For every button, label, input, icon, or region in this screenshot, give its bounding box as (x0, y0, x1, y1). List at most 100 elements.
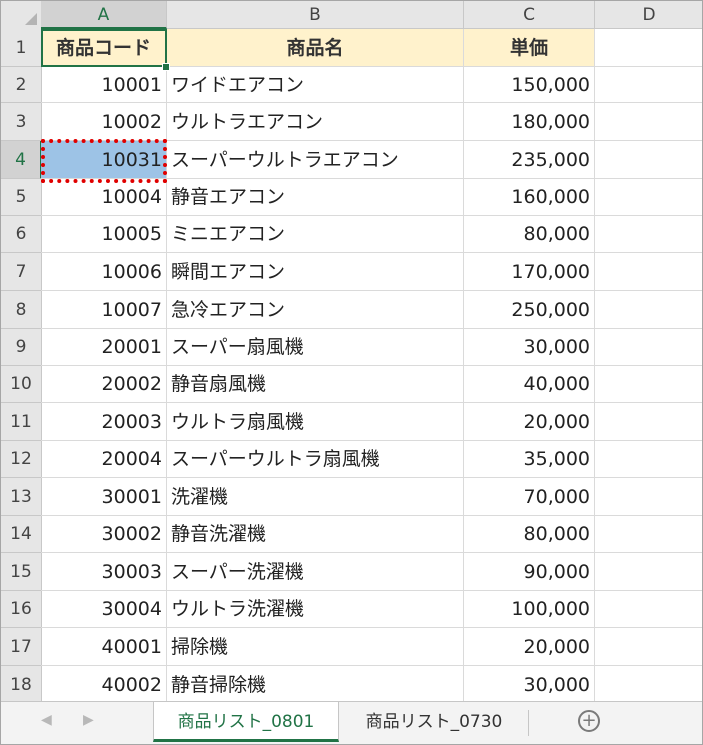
product-code-cell[interactable]: 30003 (41, 553, 167, 591)
unit-price-cell[interactable]: 20,000 (464, 628, 595, 666)
product-code-cell[interactable]: 10005 (41, 216, 167, 253)
product-code-cell[interactable]: 10031 (41, 141, 167, 179)
row-header[interactable]: 7 (1, 253, 42, 291)
product-name-cell[interactable]: スーパー扇風機 (167, 329, 464, 366)
sheet-tab-0801[interactable]: 商品リスト_0801 (153, 702, 339, 742)
product-name-cell[interactable]: 静音エアコン (167, 179, 464, 216)
fill-handle[interactable] (162, 63, 170, 71)
row-header[interactable]: 6 (1, 216, 42, 253)
product-code-cell[interactable]: 10001 (41, 67, 167, 103)
product-name-cell[interactable]: ワイドエアコン (167, 67, 464, 103)
product-name-cell[interactable]: ウルトラエアコン (167, 103, 464, 141)
product-name-cell[interactable]: 静音洗濯機 (167, 516, 464, 553)
row-header[interactable]: 3 (1, 103, 42, 141)
empty-cell[interactable] (595, 666, 702, 704)
header-cell-a[interactable]: 商品コード (41, 29, 167, 67)
product-code-cell[interactable]: 10007 (41, 291, 167, 329)
empty-cell[interactable] (595, 628, 702, 666)
scroll-right-icon[interactable]: ▶ (83, 712, 94, 728)
unit-price-cell[interactable]: 150,000 (464, 67, 595, 103)
empty-cell[interactable] (595, 216, 702, 253)
product-name-cell[interactable]: 掃除機 (167, 628, 464, 666)
product-name-cell[interactable]: スーパー洗濯機 (167, 553, 464, 591)
unit-price-cell[interactable]: 170,000 (464, 253, 595, 291)
unit-price-cell[interactable]: 235,000 (464, 141, 595, 179)
row-header[interactable]: 12 (1, 441, 42, 478)
row-header[interactable]: 16 (1, 591, 42, 628)
unit-price-cell[interactable]: 100,000 (464, 591, 595, 628)
row-header[interactable]: 4 (1, 141, 42, 179)
empty-cell[interactable] (595, 29, 702, 67)
empty-cell[interactable] (595, 329, 702, 366)
unit-price-cell[interactable]: 180,000 (464, 103, 595, 141)
product-name-cell[interactable]: スーパーウルトラ扇風機 (167, 441, 464, 478)
row-header[interactable]: 9 (1, 329, 42, 366)
unit-price-cell[interactable]: 90,000 (464, 553, 595, 591)
unit-price-cell[interactable]: 20,000 (464, 403, 595, 441)
product-name-cell[interactable]: ウルトラ扇風機 (167, 403, 464, 441)
unit-price-cell[interactable]: 70,000 (464, 478, 595, 516)
unit-price-cell[interactable]: 35,000 (464, 441, 595, 478)
row-header[interactable]: 1 (1, 29, 42, 67)
unit-price-cell[interactable]: 30,000 (464, 329, 595, 366)
row-header[interactable]: 10 (1, 366, 42, 403)
row-header[interactable]: 2 (1, 67, 42, 103)
product-name-cell[interactable]: 急冷エアコン (167, 291, 464, 329)
empty-cell[interactable] (595, 516, 702, 553)
product-name-cell[interactable]: 静音扇風機 (167, 366, 464, 403)
product-name-cell[interactable]: スーパーウルトラエアコン (167, 141, 464, 179)
empty-cell[interactable] (595, 291, 702, 329)
column-header-d[interactable]: D (595, 1, 702, 29)
product-code-cell[interactable]: 40001 (41, 628, 167, 666)
empty-cell[interactable] (595, 441, 702, 478)
header-cell-c[interactable]: 単価 (464, 29, 595, 67)
empty-cell[interactable] (595, 591, 702, 628)
add-sheet-icon[interactable]: + (578, 710, 600, 732)
row-header[interactable]: 14 (1, 516, 42, 553)
product-name-cell[interactable]: 洗濯機 (167, 478, 464, 516)
product-code-cell[interactable]: 20002 (41, 366, 167, 403)
select-all-corner[interactable] (1, 1, 42, 30)
product-code-cell[interactable]: 30004 (41, 591, 167, 628)
empty-cell[interactable] (595, 141, 702, 179)
empty-cell[interactable] (595, 103, 702, 141)
column-header-c[interactable]: C (464, 1, 595, 29)
empty-cell[interactable] (595, 478, 702, 516)
empty-cell[interactable] (595, 403, 702, 441)
product-name-cell[interactable]: ウルトラ洗濯機 (167, 591, 464, 628)
header-cell-b[interactable]: 商品名 (167, 29, 464, 67)
product-code-cell[interactable]: 10006 (41, 253, 167, 291)
empty-cell[interactable] (595, 253, 702, 291)
product-name-cell[interactable]: ミニエアコン (167, 216, 464, 253)
product-code-cell[interactable]: 10002 (41, 103, 167, 141)
product-code-cell[interactable]: 20003 (41, 403, 167, 441)
scroll-left-icon[interactable]: ◀ (41, 712, 52, 728)
unit-price-cell[interactable]: 160,000 (464, 179, 595, 216)
unit-price-cell[interactable]: 80,000 (464, 216, 595, 253)
product-code-cell[interactable]: 30002 (41, 516, 167, 553)
empty-cell[interactable] (595, 553, 702, 591)
row-header[interactable]: 8 (1, 291, 42, 329)
unit-price-cell[interactable]: 80,000 (464, 516, 595, 553)
product-name-cell[interactable]: 静音掃除機 (167, 666, 464, 704)
empty-cell[interactable] (595, 366, 702, 403)
product-code-cell[interactable]: 20001 (41, 329, 167, 366)
row-header[interactable]: 13 (1, 478, 42, 516)
row-header[interactable]: 17 (1, 628, 42, 666)
unit-price-cell[interactable]: 250,000 (464, 291, 595, 329)
unit-price-cell[interactable]: 40,000 (464, 366, 595, 403)
product-code-cell[interactable]: 10004 (41, 179, 167, 216)
unit-price-cell[interactable]: 30,000 (464, 666, 595, 704)
product-name-cell[interactable]: 瞬間エアコン (167, 253, 464, 291)
empty-cell[interactable] (595, 179, 702, 216)
row-header[interactable]: 15 (1, 553, 42, 591)
column-header-a[interactable]: A (41, 1, 167, 29)
product-code-cell[interactable]: 40002 (41, 666, 167, 704)
row-header[interactable]: 5 (1, 179, 42, 216)
sheet-tab-0730[interactable]: 商品リスト_0730 (341, 702, 527, 742)
product-code-cell[interactable]: 20004 (41, 441, 167, 478)
row-header[interactable]: 18 (1, 666, 42, 704)
empty-cell[interactable] (595, 67, 702, 103)
row-header[interactable]: 11 (1, 403, 42, 441)
column-header-b[interactable]: B (167, 1, 464, 29)
